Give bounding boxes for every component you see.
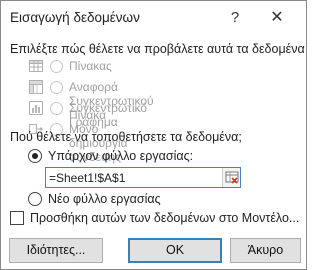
reference-input[interactable] — [49, 170, 209, 185]
ok-button[interactable]: OK — [128, 238, 222, 263]
help-button[interactable]: ? — [221, 5, 249, 31]
title-bar: Εισαγωγή δεδομένων ? ✕ — [1, 1, 306, 35]
collapse-dialog-button[interactable] — [222, 168, 240, 187]
properties-button[interactable]: Ιδιότητες... — [9, 238, 103, 263]
dialog-title: Εισαγωγή δεδομένων — [10, 10, 140, 25]
range-selector-icon — [225, 171, 239, 184]
existing-worksheet-label: Υπάρχον φύλλο εργασίας: — [48, 149, 194, 163]
table-radio[interactable] — [50, 60, 63, 73]
new-worksheet-radio[interactable] — [28, 192, 42, 206]
display-section-label: Επιλέξτε πώς θέλετε να προβάλετε αυτά τα… — [10, 42, 305, 56]
table-icon — [29, 60, 43, 72]
reference-field[interactable] — [45, 167, 241, 188]
pivot-table-icon — [29, 80, 43, 94]
pivot-table-radio[interactable] — [50, 81, 63, 94]
location-section-label: Πού θέλετε να τοποθετήσετε τα δεδομένα; — [10, 130, 242, 144]
add-to-data-model-label: Προσθήκη αυτών των δεδομένων στο Μοντέλο… — [30, 211, 300, 225]
pivot-chart-radio[interactable] — [50, 102, 63, 115]
import-data-dialog: Εισαγωγή δεδομένων ? ✕ Επιλέξτε πώς θέλε… — [0, 0, 307, 270]
cancel-button[interactable]: Άκυρο — [230, 238, 301, 263]
close-icon: ✕ — [270, 9, 284, 26]
option-table-label: Πίνακας — [69, 59, 112, 73]
existing-worksheet-radio[interactable] — [28, 149, 42, 163]
new-worksheet-label: Νέο φύλλο εργασίας — [48, 192, 161, 206]
pivot-chart-icon — [29, 101, 43, 115]
close-button[interactable]: ✕ — [263, 5, 291, 31]
add-to-data-model-checkbox[interactable] — [10, 211, 24, 225]
